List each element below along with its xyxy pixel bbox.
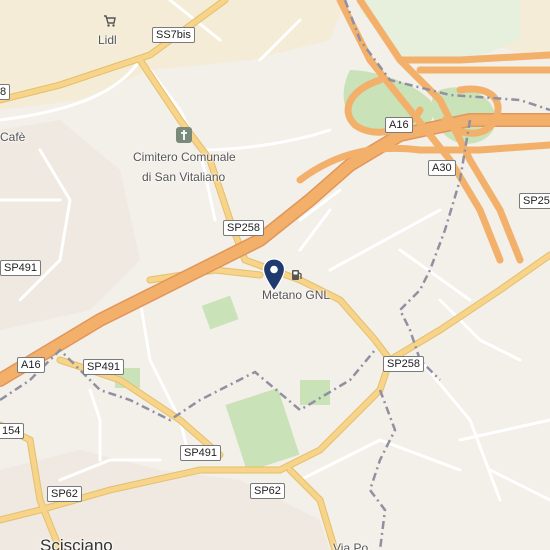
route-shield-sp258-right: SP258	[519, 193, 550, 209]
route-shield-ss7bis: SS7bis	[152, 27, 195, 43]
route-shield-sp62-mid: SP62	[250, 483, 285, 499]
route-shield-sp62-left: SP62	[47, 486, 82, 502]
route-shield-a16-left: A16	[17, 357, 45, 373]
route-shield-sp491-bottom: SP491	[180, 445, 222, 461]
place-label-cemetery-line1[interactable]: Cimitero Comunale	[133, 150, 236, 164]
route-shield-sp491-left: SP491	[0, 260, 42, 276]
route-shield-cut-top: 8	[0, 84, 11, 100]
place-label-via[interactable]: Via Po	[333, 541, 368, 550]
place-label-cafe[interactable]: Cafè	[0, 130, 25, 144]
route-shield-sp491-mid: SP491	[83, 359, 125, 375]
route-shield-sp258-center: SP258	[223, 220, 265, 236]
place-label-lidl[interactable]: Lidl	[98, 33, 117, 47]
location-pin-icon[interactable]	[262, 258, 286, 292]
route-shield-a16-top: A16	[385, 117, 413, 133]
map-canvas[interactable]: SS7bis A16 A30 SP258 SP258 SP258 SP491 S…	[0, 0, 550, 550]
cemetery-icon[interactable]	[176, 127, 192, 143]
route-shield-sp258-lower: SP258	[383, 356, 425, 372]
route-shield-154: 154	[0, 423, 25, 439]
route-shield-a30: A30	[428, 160, 456, 176]
fuel-pump-icon[interactable]	[290, 268, 304, 282]
shopping-cart-icon[interactable]	[103, 14, 117, 28]
place-label-scisciano[interactable]: Scisciano	[40, 536, 113, 550]
place-label-cemetery-line2[interactable]: di San Vitaliano	[142, 170, 225, 184]
